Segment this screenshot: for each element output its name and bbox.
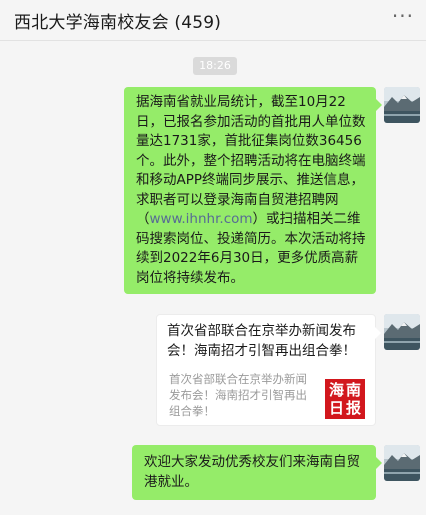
chat-title: 西北大学海南校友会 (459) — [14, 13, 222, 33]
message-text: 据海南省就业局统计，截至10月22日，已报名参加活动的首批用人单位数量达1731… — [136, 94, 366, 227]
text-message-bubble[interactable]: 据海南省就业局统计，截至10月22日，已报名参加活动的首批用人单位数量达1731… — [124, 87, 382, 294]
text-message-bubble[interactable]: 欢迎大家发动优秀校友们来海南自贸港就业。 — [132, 445, 382, 500]
message-text: 欢迎大家发动优秀校友们来海南自贸港就业。 — [144, 454, 360, 490]
logo-char: 南 — [346, 381, 362, 399]
chat-header: 西北大学海南校友会 (459) ··· — [0, 0, 426, 41]
landscape-avatar-icon[interactable] — [384, 314, 420, 350]
hainan-daily-logo: 海 南 日 报 — [325, 379, 365, 419]
more-options-icon[interactable]: ··· — [392, 4, 414, 28]
logo-char: 海 — [329, 381, 345, 399]
card-description: 首次省部联合在京举办新闻发布会！海南招才引智再出组合拳！ — [169, 372, 307, 418]
card-title: 首次省部联合在京举办新闻发布会！海南招才引智再出组合拳！ — [167, 323, 356, 359]
landscape-avatar-icon[interactable] — [384, 87, 420, 123]
logo-char: 报 — [346, 399, 362, 417]
message-timestamp: 18:26 — [193, 57, 237, 75]
link-card-message[interactable]: 首次省部联合在京举办新闻发布会！海南招才引智再出组合拳！ 首次省部联合在京举办新… — [156, 314, 381, 426]
logo-char: 日 — [329, 399, 345, 417]
landscape-avatar-icon[interactable] — [384, 445, 420, 481]
message-link[interactable]: www.ihnhr.com — [150, 211, 253, 227]
